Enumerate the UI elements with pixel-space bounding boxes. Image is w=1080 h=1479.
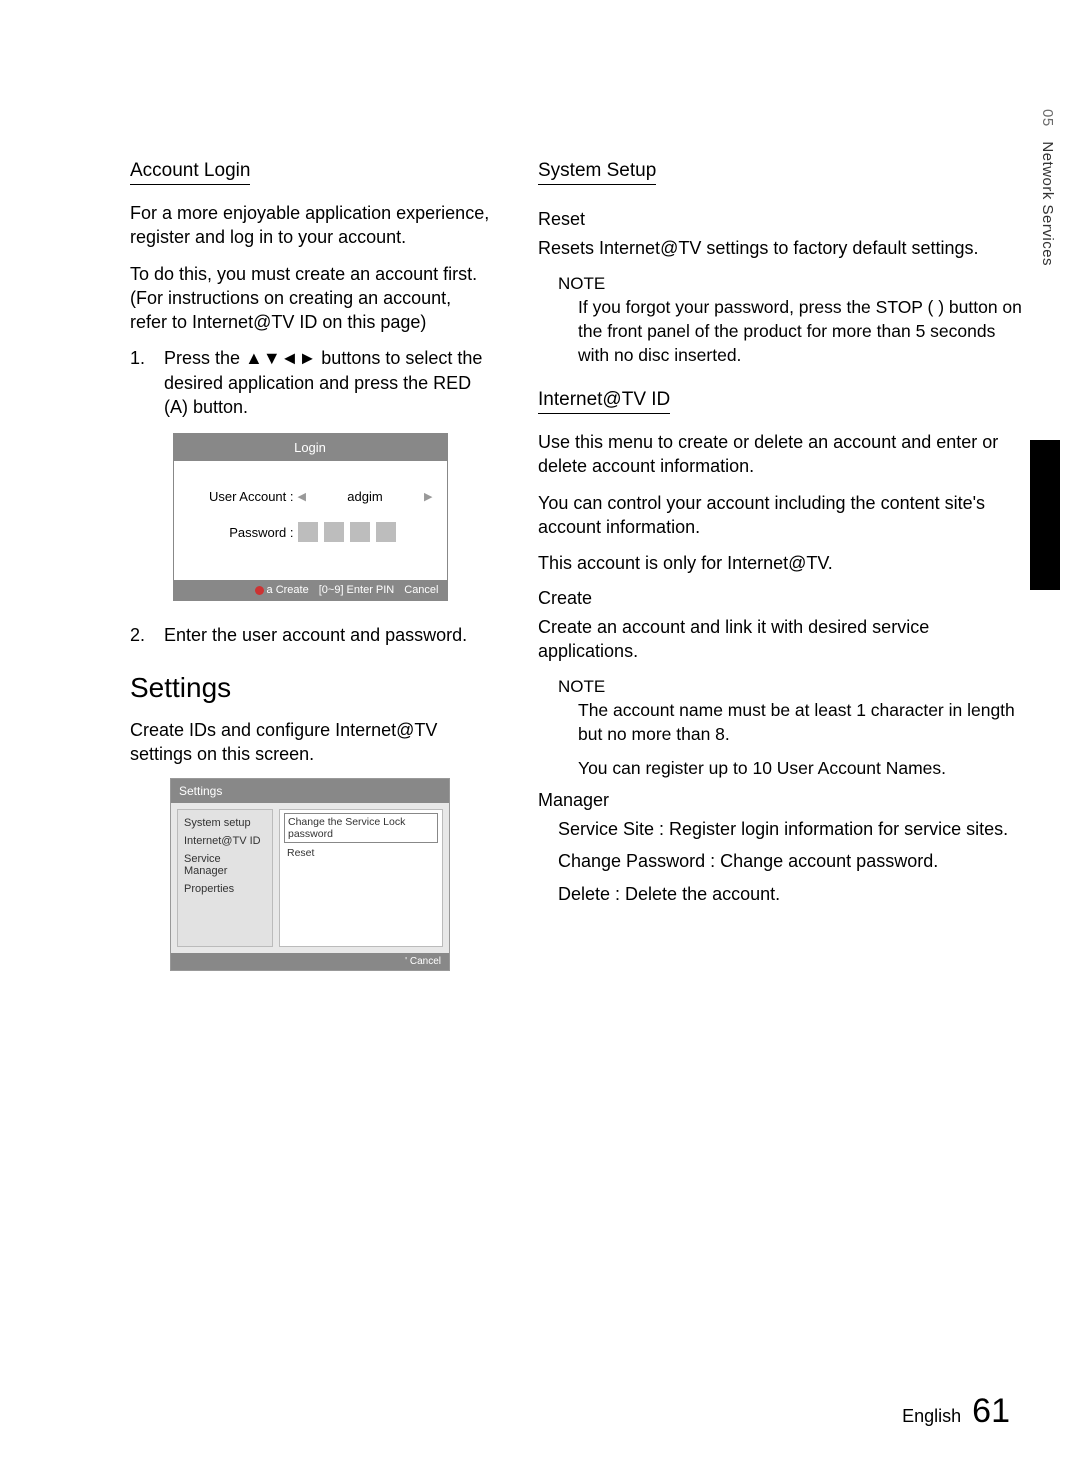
- note-label: NOTE: [558, 274, 1025, 294]
- chapter-number: 05: [1039, 109, 1056, 127]
- system-setup-heading: System Setup: [538, 160, 656, 185]
- internet-tv-note1: The account name must be at least 1 char…: [578, 699, 1025, 746]
- create-label: Create: [538, 588, 1025, 609]
- chapter-name: Network Services: [1039, 141, 1056, 266]
- left-column: Account Login For a more enjoyable appli…: [130, 160, 490, 971]
- settings-dialog: Settings System setup Internet@TV ID Ser…: [170, 778, 450, 971]
- password-row: Password :: [188, 522, 433, 542]
- internet-tv-p1: Use this menu to create or delete an acc…: [538, 430, 1025, 479]
- user-account-field[interactable]: ◀ adgim ▶: [298, 489, 433, 504]
- settings-main: Change the Service Lock password Reset: [279, 809, 443, 947]
- enter-pin-hint: [0~9] Enter PIN: [319, 584, 395, 596]
- system-setup-note: If you forgot your password, press the S…: [578, 296, 1025, 367]
- right-column: System Setup Reset Resets Internet@TV se…: [538, 160, 1025, 971]
- password-boxes[interactable]: [298, 522, 396, 542]
- spacer: [538, 377, 1025, 389]
- internet-tv-heading: Internet@TV ID: [538, 389, 670, 414]
- settings-dialog-body: System setup Internet@TV ID Service Mana…: [171, 803, 449, 953]
- manager-item-2: Change Password : Change account passwor…: [558, 849, 1025, 873]
- create-desc: Create an account and link it with desir…: [538, 615, 1025, 664]
- account-login-p1: For a more enjoyable application experie…: [130, 201, 490, 250]
- step-1-num: 1.: [130, 346, 164, 419]
- settings-dialog-footer: ' Cancel: [171, 953, 449, 970]
- side-marker: [1030, 440, 1060, 590]
- settings-dialog-title: Settings: [171, 779, 449, 803]
- login-dialog-footer: a Create [0~9] Enter PIN Cancel: [174, 580, 447, 600]
- reset-label: Reset: [538, 209, 1025, 230]
- settings-option[interactable]: Reset: [284, 845, 438, 861]
- internet-tv-p3: This account is only for Internet@TV.: [538, 551, 1025, 575]
- step-1-body: Press the ▲▼◄► buttons to select the des…: [164, 346, 490, 419]
- page-footer: English 61: [902, 1392, 1010, 1431]
- manager-item-3: Delete : Delete the account.: [558, 882, 1025, 906]
- pw-box[interactable]: [350, 522, 370, 542]
- settings-desc: Create IDs and configure Internet@TV set…: [130, 718, 490, 767]
- footer-page-number: 61: [972, 1392, 1010, 1430]
- manager-label: Manager: [538, 790, 1025, 811]
- arrow-left-icon[interactable]: ◀: [298, 490, 306, 503]
- note-label-2: NOTE: [558, 677, 1025, 697]
- side-tab: 05 Network Services: [1030, 103, 1060, 284]
- arrow-right-icon[interactable]: ▶: [424, 490, 432, 503]
- content-columns: Account Login For a more enjoyable appli…: [130, 160, 1025, 971]
- footer-lang: English: [902, 1406, 961, 1426]
- settings-side-item[interactable]: Internet@TV ID: [182, 832, 268, 850]
- step-2: 2. Enter the user account and password.: [130, 623, 490, 647]
- settings-side-item[interactable]: System setup: [182, 814, 268, 832]
- user-account-row: User Account : ◀ adgim ▶: [188, 489, 433, 504]
- settings-heading: Settings: [130, 672, 490, 704]
- create-hint: a Create: [255, 584, 309, 596]
- settings-option-selected[interactable]: Change the Service Lock password: [284, 813, 438, 843]
- settings-sidebar: System setup Internet@TV ID Service Mana…: [177, 809, 273, 947]
- login-dialog-title: Login: [174, 434, 447, 461]
- account-login-heading: Account Login: [130, 160, 250, 185]
- settings-side-item[interactable]: Properties: [182, 880, 268, 898]
- reset-desc: Resets Internet@TV settings to factory d…: [538, 236, 1025, 260]
- step-2-body: Enter the user account and password.: [164, 623, 490, 647]
- login-dialog-body: User Account : ◀ adgim ▶ Password :: [174, 461, 447, 580]
- manager-item-1: Service Site : Register login informatio…: [558, 817, 1025, 841]
- password-label: Password :: [188, 525, 298, 540]
- step-1: 1. Press the ▲▼◄► buttons to select the …: [130, 346, 490, 419]
- user-account-label: User Account :: [188, 489, 298, 504]
- login-dialog: Login User Account : ◀ adgim ▶ Password …: [173, 433, 448, 601]
- internet-tv-p2: You can control your account including t…: [538, 491, 1025, 540]
- user-account-value: adgim: [312, 489, 418, 504]
- pw-box[interactable]: [298, 522, 318, 542]
- pw-box[interactable]: [376, 522, 396, 542]
- cancel-hint: Cancel: [404, 584, 438, 596]
- internet-tv-note2: You can register up to 10 User Account N…: [578, 757, 1025, 781]
- step-2-num: 2.: [130, 623, 164, 647]
- password-field[interactable]: [298, 522, 433, 542]
- settings-side-item[interactable]: Service Manager: [182, 850, 268, 880]
- account-login-p2: To do this, you must create an account f…: [130, 262, 490, 335]
- manual-page: 05 Network Services Account Login For a …: [0, 0, 1080, 1479]
- pw-box[interactable]: [324, 522, 344, 542]
